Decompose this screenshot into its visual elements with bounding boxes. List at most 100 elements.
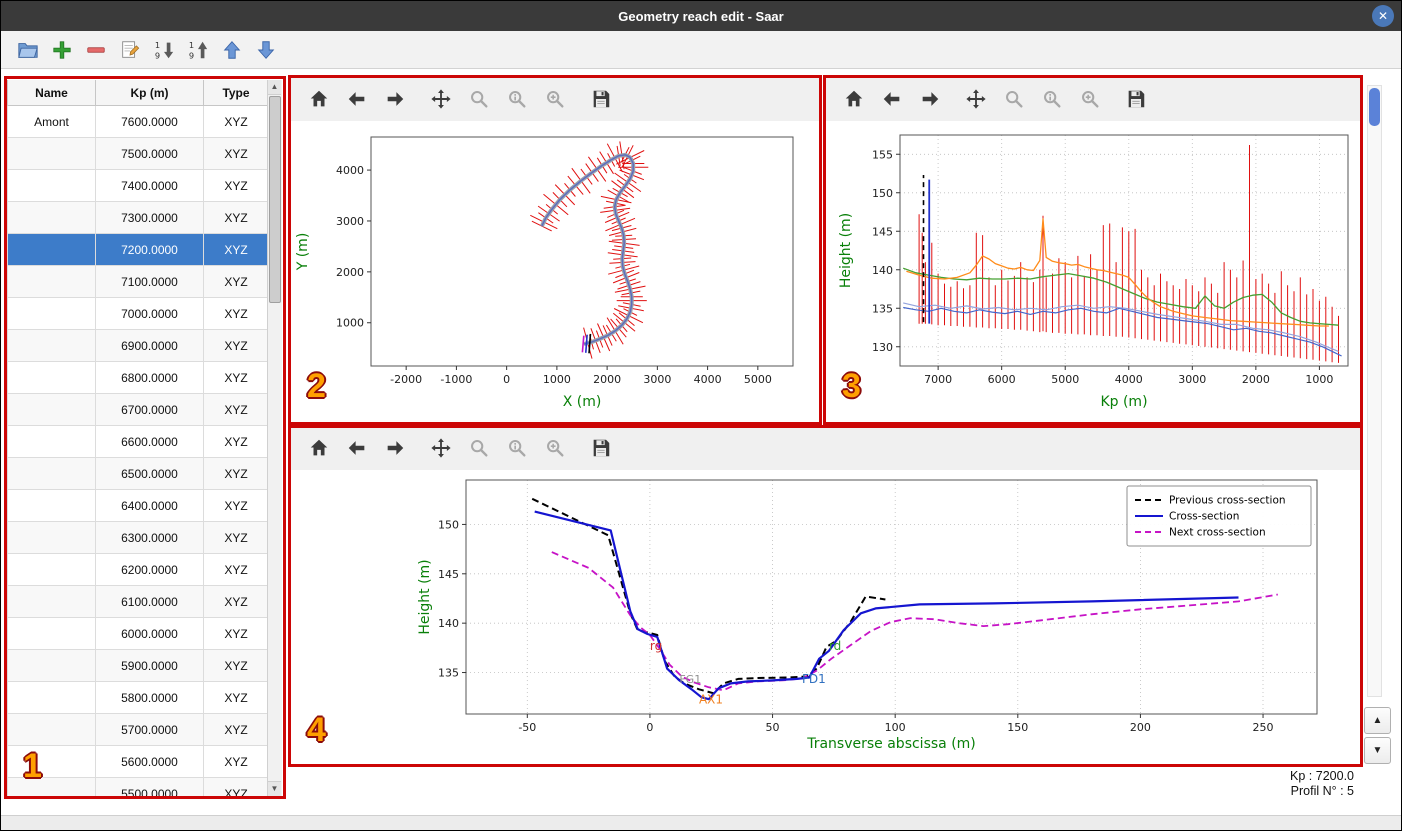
zoom-button[interactable]	[465, 434, 493, 462]
window-scrollbar-thumb[interactable]	[1369, 88, 1380, 126]
table-row[interactable]: 7100.0000 XYZ	[7, 265, 269, 298]
customize-button[interactable]	[1076, 85, 1104, 113]
sort-desc-icon	[153, 39, 175, 61]
pan-button[interactable]	[427, 434, 455, 462]
customize-button[interactable]	[541, 85, 569, 113]
move-down-icon	[255, 39, 277, 61]
save-icon	[1125, 88, 1147, 110]
table-row[interactable]: 6800.0000 XYZ	[7, 361, 269, 394]
home-button[interactable]	[305, 434, 333, 462]
table-row[interactable]: 6400.0000 XYZ	[7, 489, 269, 522]
table-scrollbar[interactable]: ▲ ▼	[267, 80, 282, 796]
forward-icon	[384, 437, 406, 459]
svg-text:Height (m): Height (m)	[838, 213, 854, 288]
home-button[interactable]	[305, 85, 333, 113]
edit-button[interactable]	[115, 35, 145, 65]
table-row[interactable]: Amont 7600.0000 XYZ	[7, 105, 269, 138]
window-scrollbar[interactable]	[1367, 85, 1382, 697]
subplots-button[interactable]	[503, 85, 531, 113]
svg-text:Height (m): Height (m)	[417, 559, 433, 634]
save-button[interactable]	[587, 85, 615, 113]
table-row[interactable]: 6300.0000 XYZ	[7, 521, 269, 554]
add-button[interactable]	[47, 35, 77, 65]
open-button[interactable]	[13, 35, 43, 65]
back-button[interactable]	[878, 85, 906, 113]
table-row[interactable]: 5500.0000 XYZ	[7, 777, 269, 796]
subplots-button[interactable]	[1038, 85, 1066, 113]
svg-text:6000: 6000	[988, 373, 1016, 386]
remove-icon	[85, 39, 107, 61]
table-row[interactable]: 6100.0000 XYZ	[7, 585, 269, 618]
table-row[interactable]: 7000.0000 XYZ	[7, 297, 269, 330]
remove-button[interactable]	[81, 35, 111, 65]
table-row[interactable]: 6700.0000 XYZ	[7, 393, 269, 426]
svg-text:rd: rd	[829, 639, 841, 653]
table-row[interactable]: 7200.0000 XYZ	[7, 233, 269, 266]
table-row[interactable]: 7400.0000 XYZ	[7, 169, 269, 202]
table-scroll-up-icon[interactable]: ▲	[268, 80, 281, 95]
move-down-button[interactable]	[251, 35, 281, 65]
table-header-row: Name Kp (m) Type	[7, 80, 269, 106]
save-button[interactable]	[1122, 85, 1150, 113]
profile-up-button[interactable]: ▲	[1364, 707, 1391, 734]
svg-text:-50: -50	[518, 721, 536, 734]
table-row[interactable]: 6200.0000 XYZ	[7, 553, 269, 586]
table-scrollbar-thumb[interactable]	[269, 96, 281, 303]
pan-button[interactable]	[427, 85, 455, 113]
table-row[interactable]: 7500.0000 XYZ	[7, 137, 269, 170]
home-button[interactable]	[840, 85, 868, 113]
svg-text:145: 145	[872, 225, 893, 238]
back-button[interactable]	[343, 434, 371, 462]
table-row[interactable]: 5900.0000 XYZ	[7, 649, 269, 682]
plan-view-canvas[interactable]: -2000 -1000 0 1000 2000 3000 4000 5000 1000 2000 3…	[289, 121, 821, 424]
subplots-button[interactable]	[503, 434, 531, 462]
home-icon	[308, 88, 330, 110]
svg-text:4000: 4000	[1115, 373, 1143, 386]
table-row[interactable]: 5600.0000 XYZ	[7, 745, 269, 778]
long-profile-panel: 7000 6000 5000 4000 3000 2000 1000 130 135 140 145…	[824, 77, 1362, 424]
home-icon	[843, 88, 865, 110]
pan-button[interactable]	[962, 85, 990, 113]
table-row[interactable]: 6000.0000 XYZ	[7, 617, 269, 650]
svg-text:1000: 1000	[543, 373, 571, 386]
sort-asc-button[interactable]	[183, 35, 213, 65]
table-row[interactable]: 5800.0000 XYZ	[7, 681, 269, 714]
table-row[interactable]: 6900.0000 XYZ	[7, 329, 269, 362]
svg-text:FG1: FG1	[679, 673, 701, 686]
forward-icon	[384, 88, 406, 110]
table-row[interactable]: 5700.0000 XYZ	[7, 713, 269, 746]
svg-text:FD1: FD1	[802, 672, 826, 686]
move-up-button[interactable]	[217, 35, 247, 65]
svg-text:3000: 3000	[643, 373, 671, 386]
svg-text:5000: 5000	[1051, 373, 1079, 386]
svg-text:Kp (m): Kp (m)	[1100, 394, 1147, 410]
forward-button[interactable]	[916, 85, 944, 113]
customize-button[interactable]	[541, 434, 569, 462]
sort-desc-button[interactable]	[149, 35, 179, 65]
close-button[interactable]: ✕	[1372, 5, 1394, 27]
back-button[interactable]	[343, 85, 371, 113]
long-profile-canvas[interactable]: 7000 6000 5000 4000 3000 2000 1000 130 135 140 145…	[824, 121, 1362, 424]
table-row[interactable]: 6500.0000 XYZ	[7, 457, 269, 490]
cross-section-canvas[interactable]: rg rd FG1 AX1 FD1 -50 0 50 100 150 200 250 135 140 145…	[289, 470, 1362, 766]
plan-view-panel: -2000 -1000 0 1000 2000 3000 4000 5000 1000 2000 3…	[289, 77, 821, 424]
forward-button[interactable]	[381, 85, 409, 113]
customize-icon	[544, 437, 566, 459]
profile-down-button[interactable]: ▼	[1364, 737, 1391, 764]
svg-text:-1000: -1000	[440, 373, 472, 386]
home-icon	[308, 437, 330, 459]
svg-text:135: 135	[438, 667, 459, 680]
cross-section-plot-panel: rg rd FG1 AX1 FD1 -50 0 50 100 150 200 250 135 140 145…	[289, 426, 1362, 766]
forward-button[interactable]	[381, 434, 409, 462]
svg-text:145: 145	[438, 568, 459, 581]
table-scroll-down-icon[interactable]: ▼	[268, 781, 281, 796]
zoom-button[interactable]	[1000, 85, 1028, 113]
cross-section-list-panel: Name Kp (m) Type Amont 7600.0000 XYZ 7500.000…	[7, 80, 282, 796]
table-row[interactable]: 6600.0000 XYZ	[7, 425, 269, 458]
save-button[interactable]	[587, 434, 615, 462]
table-row[interactable]: 7300.0000 XYZ	[7, 201, 269, 234]
svg-text:rg: rg	[650, 639, 662, 653]
cross-plot-toolbar	[289, 426, 1362, 470]
svg-text:-2000: -2000	[390, 373, 422, 386]
zoom-button[interactable]	[465, 85, 493, 113]
